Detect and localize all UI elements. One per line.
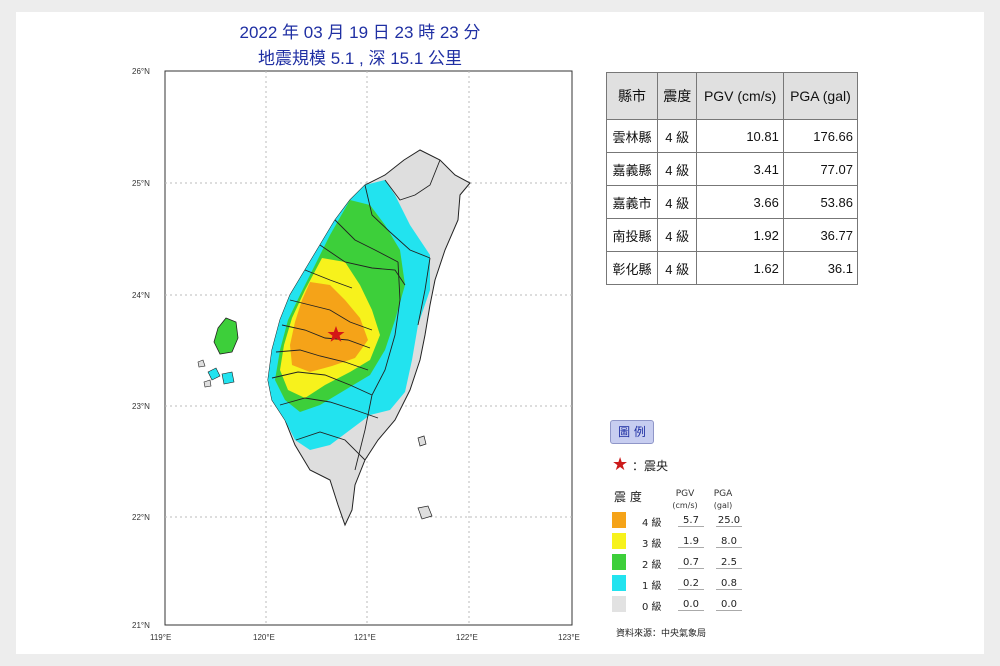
cell-county: 南投縣	[605, 218, 659, 252]
header-pgv: PGV (cm/s)	[696, 72, 784, 120]
table-row: 嘉義市 4 級 3.66 53.86	[605, 185, 859, 219]
lat-tick-26: 26°N	[132, 67, 150, 76]
header-intensity: 震度	[657, 72, 698, 120]
data-source: 資料來源：中央氣象局	[616, 629, 707, 639]
legend-swatch	[612, 512, 626, 528]
cell-pga: 77.07	[782, 152, 859, 186]
legend-pgv: 0.2	[678, 578, 704, 590]
cell-county: 雲林縣	[605, 119, 659, 153]
table-row: 彰化縣 4 級 1.62 36.1	[605, 251, 859, 285]
legend-col-intensity: 震 度	[614, 490, 642, 504]
lat-tick-25: 25°N	[132, 179, 150, 188]
cell-intensity: 4 級	[657, 218, 698, 252]
legend-title: 圖 例	[610, 420, 654, 444]
lon-tick-120: 120°E	[253, 633, 275, 642]
legend-col-pga-unit: (gal)	[713, 501, 733, 510]
lat-tick-24: 24°N	[132, 291, 150, 300]
table-row: 雲林縣 4 級 10.81 176.66	[605, 119, 859, 153]
cell-county: 嘉義市	[605, 185, 659, 219]
cell-pga: 53.86	[782, 185, 859, 219]
legend-pga: 2.5	[716, 557, 742, 569]
cell-pgv: 3.41	[696, 152, 784, 186]
cell-pga: 176.66	[782, 119, 859, 153]
cell-pgv: 3.66	[696, 185, 784, 219]
legend-pgv: 1.9	[678, 536, 704, 548]
lat-tick-21: 21°N	[132, 621, 150, 630]
legend-epicenter: ★ ：震央	[612, 454, 668, 475]
cell-pga: 36.77	[782, 218, 859, 252]
cell-intensity: 4 級	[657, 119, 698, 153]
lon-tick-123: 123°E	[558, 633, 580, 642]
cell-intensity: 4 級	[657, 185, 698, 219]
cell-intensity: 4 級	[657, 251, 698, 285]
legend-star-icon: ★	[612, 454, 629, 475]
table-row: 南投縣 4 級 1.92 36.77	[605, 218, 859, 252]
lon-tick-122: 122°E	[456, 633, 478, 642]
legend-pgv: 0.7	[678, 557, 704, 569]
lat-tick-23: 23°N	[132, 402, 150, 411]
legend-swatch	[612, 554, 626, 570]
table-header-row: 縣市 震度 PGV (cm/s) PGA (gal)	[605, 72, 859, 120]
legend-pga: 0.8	[716, 578, 742, 590]
header-pga: PGA (gal)	[782, 72, 859, 120]
county-intensity-table: 縣市 震度 PGV (cm/s) PGA (gal) 雲林縣 4 級 10.81…	[605, 72, 859, 285]
legend-swatch	[612, 575, 626, 591]
legend-swatch	[612, 596, 626, 612]
legend-pga: 0.0	[716, 599, 742, 611]
cell-intensity: 4 級	[657, 152, 698, 186]
legend-row: 3 級 1.9 8.0	[612, 533, 742, 551]
cell-county: 嘉義縣	[605, 152, 659, 186]
lon-tick-119: 119°E	[150, 633, 171, 642]
header-county: 縣市	[605, 72, 659, 120]
cell-pga: 36.1	[782, 251, 859, 285]
cell-pgv: 1.92	[696, 218, 784, 252]
legend-level: 0 級	[642, 602, 662, 613]
legend-row: 4 級 5.7 25.0	[612, 512, 742, 530]
legend-level: 2 級	[642, 560, 662, 571]
lat-tick-22: 22°N	[132, 513, 150, 522]
legend-level: 3 級	[642, 539, 662, 550]
legend-pgv: 5.7	[678, 515, 704, 527]
legend-swatch	[612, 533, 626, 549]
legend-row: 2 級 0.7 2.5	[612, 554, 742, 572]
cell-pgv: 10.81	[696, 119, 784, 153]
legend-row: 0 級 0.0 0.0	[612, 596, 742, 614]
legend-row: 1 級 0.2 0.8	[612, 575, 742, 593]
lon-tick-121: 121°E	[354, 633, 376, 642]
legend-pgv: 0.0	[678, 599, 704, 611]
legend-level: 1 級	[642, 581, 662, 592]
legend-col-pgv: PGV	[675, 489, 695, 499]
legend-pga: 25.0	[716, 515, 742, 527]
legend-pga: 8.0	[716, 536, 742, 548]
legend-col-pga: PGA	[713, 489, 733, 499]
cell-pgv: 1.62	[696, 251, 784, 285]
cell-county: 彰化縣	[605, 251, 659, 285]
legend-epicenter-label: ：震央	[631, 459, 668, 473]
table-row: 嘉義縣 4 級 3.41 77.07	[605, 152, 859, 186]
legend-level: 4 級	[642, 518, 662, 529]
legend-col-pgv-unit: (cm/s)	[672, 501, 698, 510]
